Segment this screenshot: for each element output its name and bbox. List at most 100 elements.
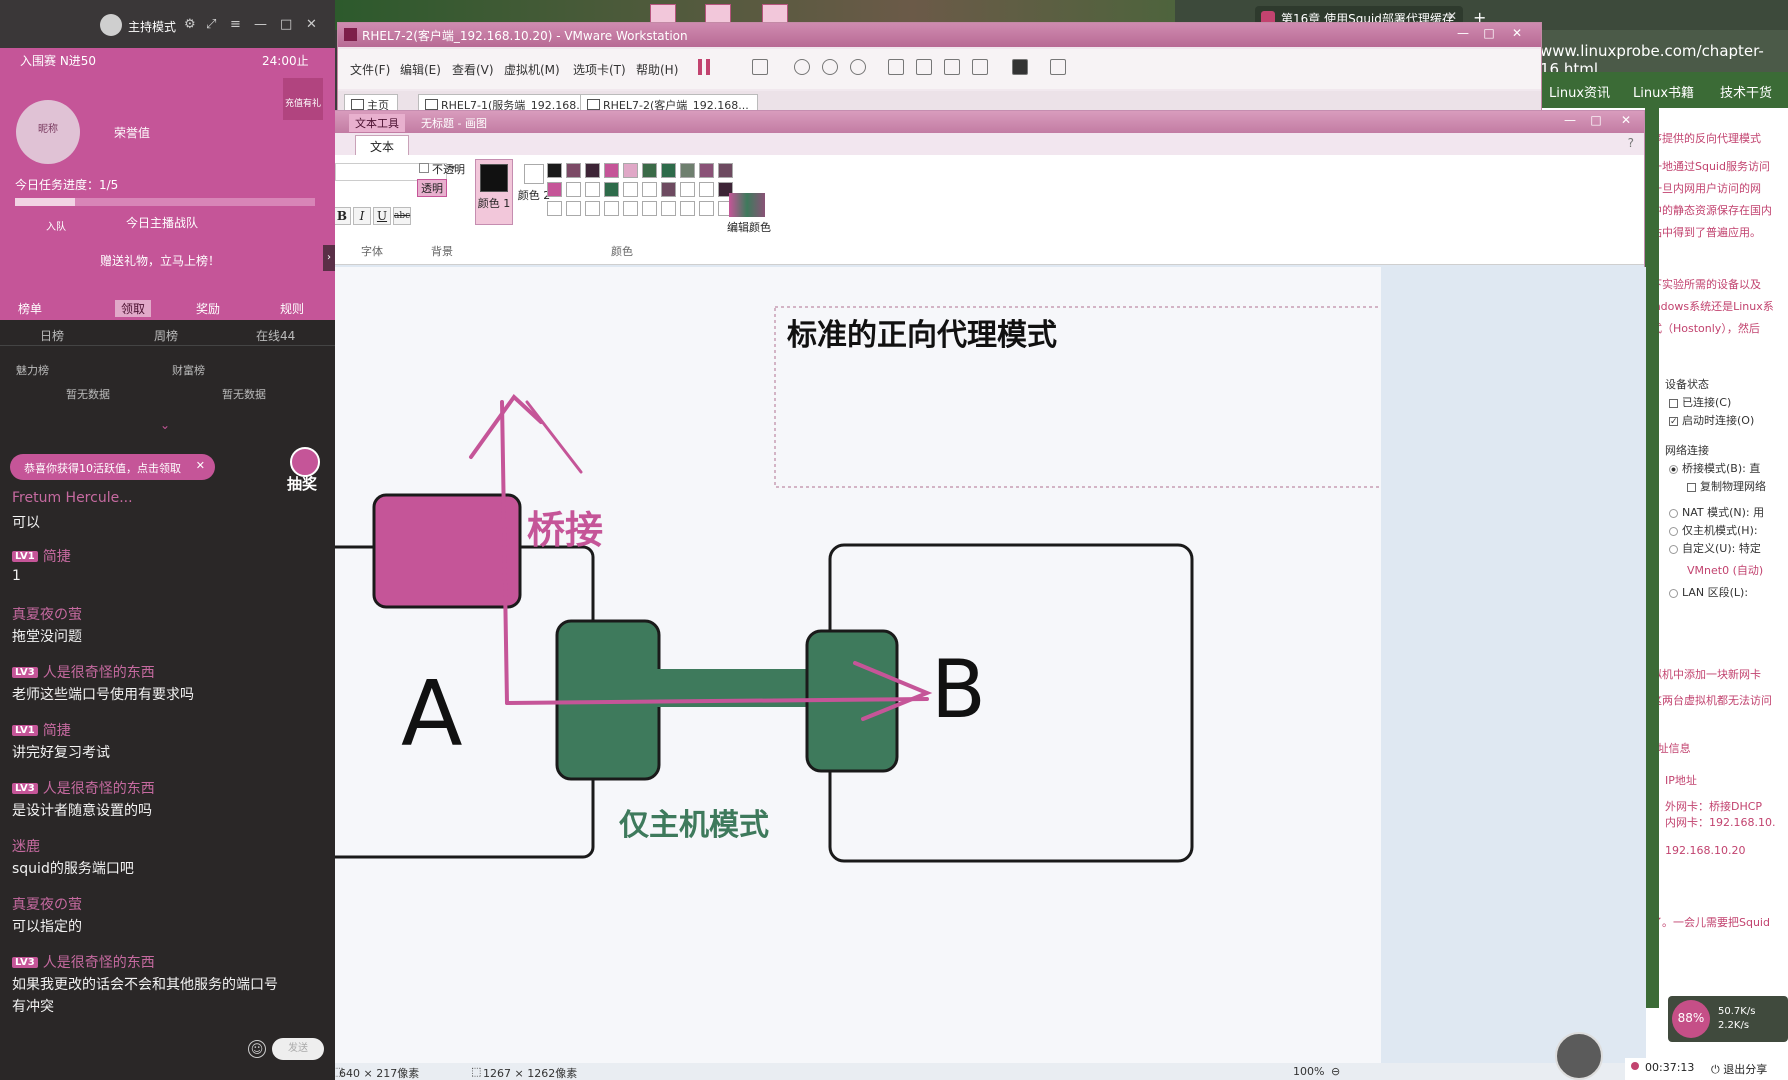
- strikethrough-button[interactable]: abc: [393, 207, 411, 225]
- close-icon[interactable]: ✕: [1505, 26, 1529, 42]
- vmware-titlebar[interactable]: RHEL7-2(客户端_192.168.10.20) - VMware Work…: [338, 23, 1541, 47]
- tab-claim[interactable]: 领取: [115, 300, 152, 317]
- popout-icon[interactable]: ⤢: [206, 17, 216, 32]
- vmnet-select[interactable]: VMnet0 (自动): [1687, 562, 1763, 578]
- menu-view[interactable]: 查看(V): [452, 61, 494, 78]
- minimize-icon[interactable]: —: [1451, 26, 1475, 42]
- color-swatch[interactable]: [680, 201, 695, 216]
- user-avatar[interactable]: 昵称: [16, 100, 80, 164]
- pause-icon[interactable]: [698, 59, 710, 75]
- menu-tabs[interactable]: 选项卡(T): [573, 61, 626, 78]
- color-swatch[interactable]: [699, 182, 714, 197]
- snapshot-icon[interactable]: [794, 59, 810, 75]
- stretch-icon[interactable]: [1050, 59, 1066, 75]
- color-swatch[interactable]: [718, 163, 733, 178]
- color-swatch[interactable]: [699, 163, 714, 178]
- chat-input[interactable]: 发送: [272, 1038, 324, 1060]
- tab-ranking[interactable]: 榜单: [18, 300, 42, 317]
- tab-daily[interactable]: 日榜: [40, 327, 64, 344]
- transparent-option[interactable]: 透明: [417, 179, 447, 197]
- library-icon[interactable]: [888, 59, 904, 75]
- color-swatch[interactable]: [585, 182, 600, 197]
- gift-cta[interactable]: 赠送礼物，立马上榜！: [100, 252, 220, 269]
- nav-linux-news[interactable]: Linux资讯: [1549, 82, 1610, 101]
- network-speed-widget[interactable]: 88% 50.7K/s 2.2K/s: [1668, 996, 1788, 1042]
- exit-share-button[interactable]: ⏻ 退出分享: [1711, 1061, 1767, 1077]
- color1-button[interactable]: 颜色 1: [475, 159, 513, 225]
- menu-help[interactable]: 帮助(H): [636, 61, 678, 78]
- host-avatar[interactable]: [100, 14, 122, 36]
- nav-linux-books[interactable]: Linux书籍: [1633, 82, 1694, 101]
- color-swatch[interactable]: [604, 163, 619, 178]
- recharge-gift-tile[interactable]: 充值有礼: [283, 78, 323, 120]
- tab-reward[interactable]: 奖励: [196, 300, 220, 317]
- color-swatch[interactable]: [642, 163, 657, 178]
- color-swatch[interactable]: [642, 201, 657, 216]
- bold-button[interactable]: B: [333, 207, 351, 225]
- color-swatch[interactable]: [585, 163, 600, 178]
- collapse-arrow-icon[interactable]: ›: [323, 245, 335, 271]
- reward-notice[interactable]: 恭喜你获得10活跃值，点击领取 ✕: [10, 454, 215, 480]
- send-keys-icon[interactable]: [752, 59, 768, 75]
- color-swatch[interactable]: [547, 182, 562, 197]
- menu-icon[interactable]: ≡: [230, 17, 241, 32]
- connected-checkbox[interactable]: 已连接(C): [1669, 394, 1731, 410]
- color-swatch[interactable]: [661, 163, 676, 178]
- menu-vm[interactable]: 虚拟机(M): [504, 61, 560, 78]
- color-swatch[interactable]: [585, 201, 600, 216]
- color-swatch[interactable]: [661, 182, 676, 197]
- charm-board-label[interactable]: 魅力榜: [16, 362, 49, 378]
- tab-online[interactable]: 在线44: [256, 327, 295, 344]
- color-swatch[interactable]: [604, 201, 619, 216]
- menu-file[interactable]: 文件(F): [350, 61, 390, 78]
- color-swatch[interactable]: [566, 201, 581, 216]
- color-swatch[interactable]: [547, 201, 562, 216]
- color-swatch[interactable]: [604, 182, 619, 197]
- drawing-canvas[interactable]: 标准的正向代理模式 桥接 仅主机模式 A B: [331, 267, 1381, 1067]
- lottery-button[interactable]: 抽奖: [280, 447, 324, 495]
- fullscreen-icon[interactable]: [944, 59, 960, 75]
- underline-button[interactable]: U: [373, 207, 391, 225]
- wealth-board-label[interactable]: 财富榜: [172, 362, 205, 378]
- color-swatch[interactable]: [623, 163, 638, 178]
- color-swatch[interactable]: [680, 182, 695, 197]
- edit-colors-icon[interactable]: [729, 193, 765, 217]
- minimize-icon[interactable]: —: [1558, 113, 1582, 129]
- bridged-radio[interactable]: 桥接模式(B): 直: [1669, 460, 1760, 476]
- close-icon[interactable]: ✕: [196, 459, 205, 472]
- revert-snapshot-icon[interactable]: [822, 59, 838, 75]
- chevron-down-icon[interactable]: ⌄: [160, 418, 170, 432]
- close-tab-icon[interactable]: ✕: [1447, 9, 1457, 23]
- color-swatch[interactable]: [547, 163, 562, 178]
- nav-tech-articles[interactable]: 技术干货: [1720, 82, 1772, 101]
- color-swatch[interactable]: [566, 163, 581, 178]
- color-swatch[interactable]: [642, 182, 657, 197]
- color-swatch[interactable]: [699, 201, 714, 216]
- zoom-out-icon[interactable]: ⊖: [1331, 1065, 1340, 1078]
- thumbnail-icon[interactable]: [916, 59, 932, 75]
- connect-on-start-checkbox[interactable]: 启动时连接(O): [1669, 412, 1754, 428]
- tab-text[interactable]: 文本: [355, 135, 410, 155]
- console-icon[interactable]: [1012, 59, 1028, 75]
- italic-button[interactable]: I: [353, 207, 371, 225]
- close-icon[interactable]: ✕: [1614, 113, 1638, 129]
- maximize-icon[interactable]: □: [1584, 113, 1608, 129]
- edit-colors-label[interactable]: 编辑颜色: [727, 219, 771, 235]
- menu-edit[interactable]: 编辑(E): [400, 61, 441, 78]
- unity-icon[interactable]: [972, 59, 988, 75]
- host-only-radio[interactable]: 仅主机模式(H):: [1669, 522, 1758, 538]
- maximize-icon[interactable]: □: [1477, 26, 1501, 42]
- opaque-option[interactable]: 不透明: [419, 161, 465, 177]
- tab-weekly[interactable]: 周榜: [154, 327, 178, 344]
- webcam-avatar[interactable]: [1555, 1032, 1603, 1080]
- maximize-icon[interactable]: □: [280, 17, 292, 32]
- replicate-checkbox[interactable]: 复制物理网络: [1687, 478, 1766, 494]
- lan-radio[interactable]: LAN 区段(L):: [1669, 584, 1748, 600]
- tab-rules[interactable]: 规则: [280, 300, 304, 317]
- close-icon[interactable]: ✕: [306, 17, 317, 32]
- color-swatch[interactable]: [623, 182, 638, 197]
- nat-radio[interactable]: NAT 模式(N): 用: [1669, 504, 1764, 520]
- snapshot-manager-icon[interactable]: [850, 59, 866, 75]
- color-swatch[interactable]: [661, 201, 676, 216]
- custom-radio[interactable]: 自定义(U): 特定: [1669, 540, 1761, 556]
